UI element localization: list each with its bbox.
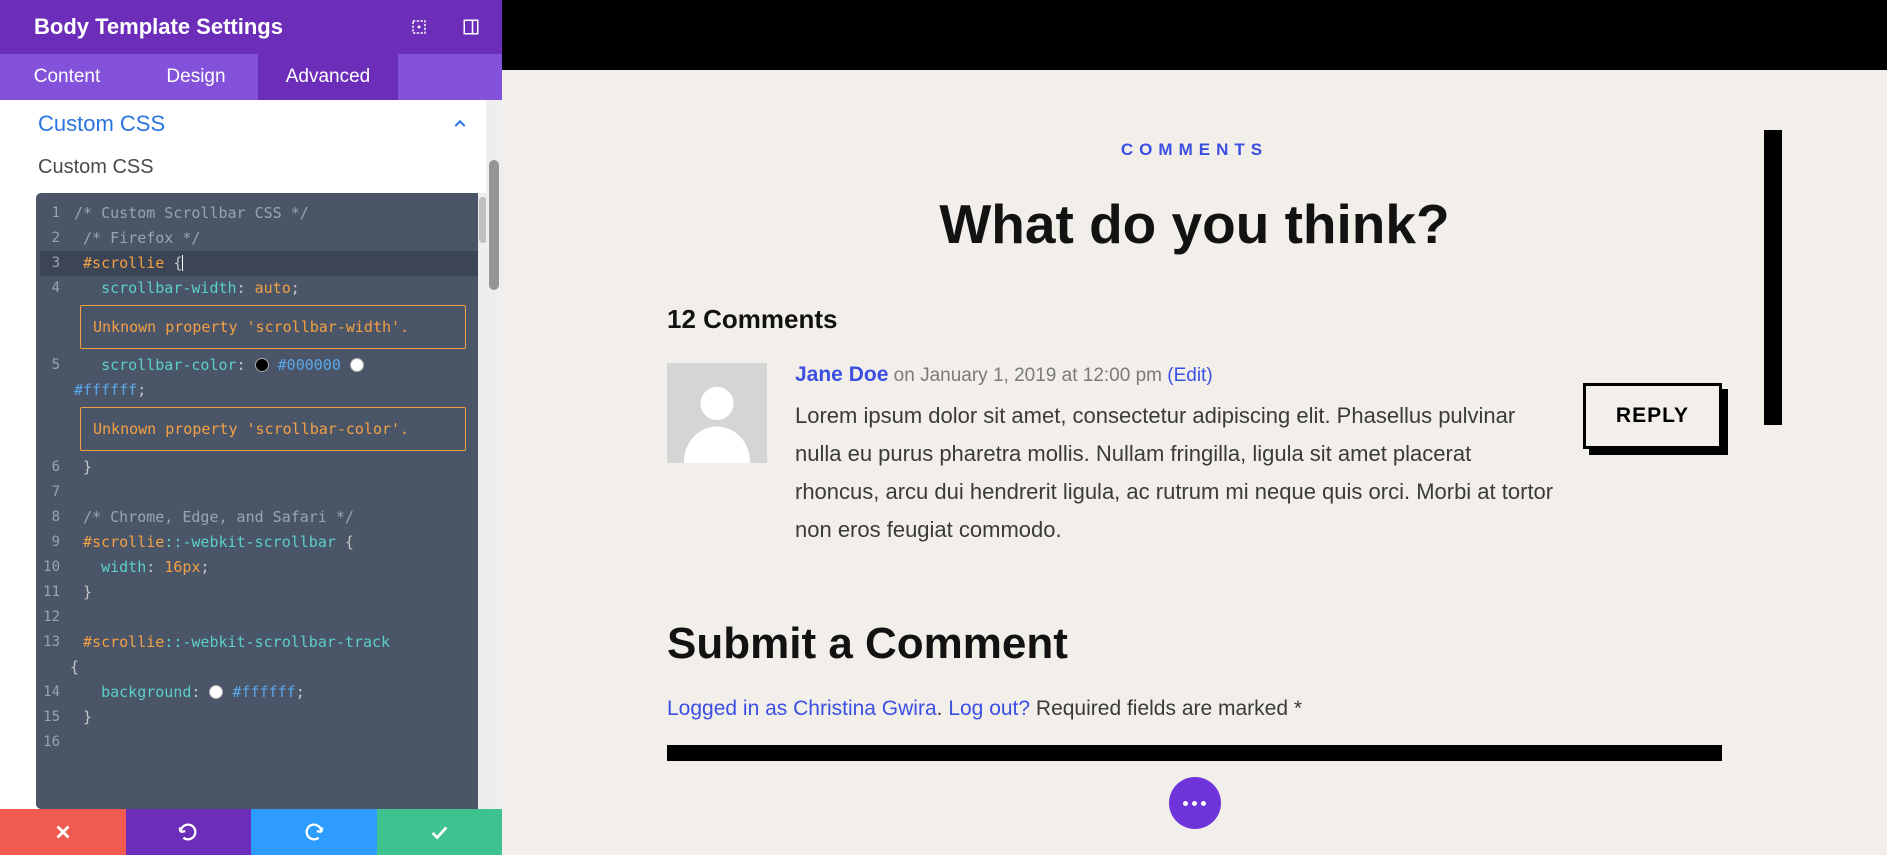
logout-link[interactable]: Log out?	[948, 697, 1030, 720]
tabs: Content Design Advanced	[0, 54, 502, 100]
panel-scrollbar[interactable]	[486, 100, 502, 809]
comment-text: Lorem ipsum dolor sit amet, consectetur …	[795, 397, 1555, 549]
code-editor[interactable]: 1/* Custom Scrollbar CSS */ 2 /* Firefox…	[36, 193, 488, 809]
logged-in-link[interactable]: Logged in as Christina Gwira	[667, 697, 937, 720]
settings-panel: Body Template Settings Content Design Ad…	[0, 0, 502, 855]
color-swatch-white	[350, 358, 364, 372]
redo-button[interactable]	[251, 809, 377, 855]
close-icon	[52, 821, 74, 843]
comment-count: 12 Comments	[667, 304, 1722, 335]
floating-action-button[interactable]	[1169, 777, 1221, 829]
check-icon	[428, 821, 450, 843]
save-button[interactable]	[377, 809, 503, 855]
accordion-header[interactable]: Custom CSS	[0, 100, 502, 148]
submit-heading: Submit a Comment	[667, 619, 1722, 669]
chevron-up-icon	[452, 116, 468, 132]
panel-header: Body Template Settings	[0, 0, 502, 54]
avatar	[667, 363, 767, 463]
comment-meta: Jane Doe on January 1, 2019 at 12:00 pm …	[795, 363, 1555, 387]
accent-bar	[1764, 130, 1782, 425]
cancel-button[interactable]	[0, 809, 126, 855]
field-label: Custom CSS	[0, 148, 502, 193]
tab-advanced[interactable]: Advanced	[258, 54, 398, 100]
user-icon	[676, 377, 758, 463]
comment-author[interactable]: Jane Doe	[795, 363, 888, 386]
panel-layout-icon[interactable]	[462, 18, 480, 36]
undo-icon	[177, 821, 199, 843]
redo-icon	[303, 821, 325, 843]
form-note: Logged in as Christina Gwira. Log out? R…	[667, 697, 1722, 721]
section-headline: What do you think?	[667, 192, 1722, 256]
accordion-title: Custom CSS	[38, 111, 452, 137]
lint-warning: Unknown property 'scrollbar-width'.	[80, 305, 466, 349]
undo-button[interactable]	[126, 809, 252, 855]
tab-design[interactable]: Design	[134, 54, 258, 100]
panel-title: Body Template Settings	[34, 14, 410, 40]
page-preview: COMMENTS What do you think? 12 Comments …	[502, 0, 1887, 855]
comment-textarea[interactable]	[667, 745, 1722, 761]
expand-icon[interactable]	[410, 18, 428, 36]
color-swatch-black	[255, 358, 269, 372]
edit-link[interactable]: (Edit)	[1167, 365, 1212, 386]
comment: Jane Doe on January 1, 2019 at 12:00 pm …	[667, 363, 1722, 549]
tab-content[interactable]: Content	[0, 54, 134, 100]
color-swatch-white	[209, 685, 223, 699]
reply-button[interactable]: REPLY	[1583, 383, 1722, 449]
section-overline: COMMENTS	[667, 140, 1722, 160]
lint-warning: Unknown property 'scrollbar-color'.	[80, 407, 466, 451]
panel-footer	[0, 809, 502, 855]
